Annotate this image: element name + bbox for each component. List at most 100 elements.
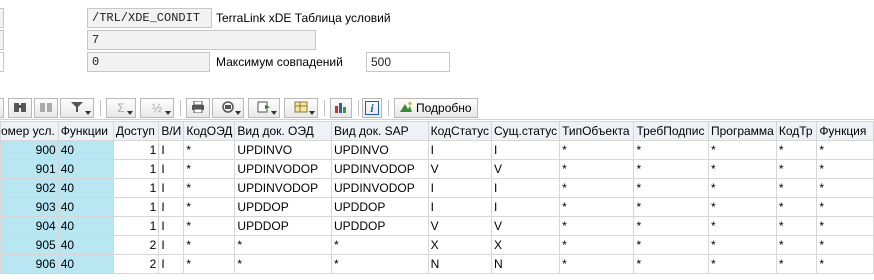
column-header[interactable]: ТипОбъекта <box>559 121 635 141</box>
table-cell[interactable]: * <box>633 235 709 255</box>
detail-button[interactable]: Подробно <box>394 98 478 118</box>
table-cell[interactable]: 40 <box>57 254 114 274</box>
column-header[interactable]: КодТр <box>775 121 818 141</box>
table-cell[interactable]: I <box>490 178 561 198</box>
table-cell[interactable]: * <box>234 254 333 274</box>
table-cell[interactable]: * <box>633 178 709 198</box>
table-cell[interactable]: * <box>707 216 777 236</box>
info-button[interactable]: i <box>362 98 382 118</box>
table-cell[interactable]: 1 <box>112 178 160 198</box>
export-button[interactable] <box>248 98 280 118</box>
table-cell[interactable]: V <box>490 159 561 179</box>
column-header[interactable]: Функция <box>816 121 874 141</box>
table-cell[interactable]: * <box>234 235 333 255</box>
table-cell[interactable]: * <box>559 178 635 198</box>
table-row[interactable]: 900 40 1 I * UPDINVO UPDINVO I I * * * * * <box>0 140 874 160</box>
filter-button[interactable] <box>60 98 94 118</box>
table-cell[interactable]: * <box>633 216 709 236</box>
table-cell[interactable]: * <box>183 254 236 274</box>
table-cell[interactable]: I <box>427 197 492 217</box>
column-header[interactable]: Вид док. SAP <box>331 121 429 141</box>
table-cell[interactable]: UPDINVODOP <box>234 159 333 179</box>
table-cell[interactable]: * <box>183 178 236 198</box>
column-header[interactable]: Сущ.статус <box>490 121 561 141</box>
table-cell[interactable]: * <box>183 216 236 236</box>
table-row[interactable]: 903 40 1 I * UPDDOP UPDDOP I I * * * * * <box>0 197 874 217</box>
table-cell[interactable]: V <box>427 216 492 236</box>
table-cell[interactable]: * <box>707 159 777 179</box>
table-cell[interactable]: I <box>490 140 561 160</box>
table-name-field[interactable]: /TRL/XDE_CONDIT <box>87 8 212 28</box>
column-header[interactable]: КодОЭД <box>183 121 236 141</box>
table-cell[interactable]: * <box>816 159 874 179</box>
table-cell[interactable]: * <box>775 235 818 255</box>
table-cell[interactable]: N <box>427 254 492 274</box>
column-header[interactable]: В/И <box>158 121 185 141</box>
column-header[interactable]: Программа <box>707 121 777 141</box>
subtotal-button[interactable]: ½ <box>140 98 174 118</box>
table-cell[interactable]: 1 <box>112 216 160 236</box>
table-cell[interactable]: V <box>490 216 561 236</box>
column-header[interactable]: Функции <box>57 121 114 141</box>
find-button[interactable] <box>8 98 32 118</box>
table-row[interactable]: 905 40 2 I * * * X X * * * * * <box>0 235 874 255</box>
table-cell[interactable]: I <box>158 140 185 160</box>
partial-toolbar-button[interactable] <box>0 98 4 118</box>
table-cell[interactable]: UPDINVODOP <box>331 159 429 179</box>
table-cell[interactable]: * <box>775 216 818 236</box>
table-cell[interactable]: 40 <box>57 197 114 217</box>
table-cell[interactable]: I <box>427 178 492 198</box>
table-row[interactable]: 904 40 1 I * UPDDOP UPDDOP V V * * * * * <box>0 216 874 236</box>
graphic-button[interactable] <box>330 98 352 118</box>
layout-button[interactable] <box>284 98 318 118</box>
table-cell[interactable]: 40 <box>57 159 114 179</box>
table-row[interactable]: 906 40 2 I * * * N N * * * * * <box>0 254 874 274</box>
table-cell[interactable]: UPDDOP <box>331 216 429 236</box>
table-cell[interactable]: 40 <box>57 216 114 236</box>
column-header[interactable]: КодСтатус <box>427 121 492 141</box>
table-cell[interactable]: * <box>633 159 709 179</box>
table-cell[interactable]: 40 <box>57 178 114 198</box>
table-cell[interactable]: X <box>490 235 561 255</box>
table-cell[interactable]: 40 <box>57 235 114 255</box>
table-cell[interactable]: UPDDOP <box>234 197 333 217</box>
table-cell[interactable]: X <box>427 235 492 255</box>
table-cell[interactable]: N <box>490 254 561 274</box>
column-header[interactable]: ТребПодпис <box>633 121 709 141</box>
table-cell[interactable]: 906 <box>0 254 59 274</box>
table-cell[interactable]: * <box>816 235 874 255</box>
table-cell[interactable]: 1 <box>112 140 160 160</box>
table-cell[interactable]: * <box>559 197 635 217</box>
table-cell[interactable]: I <box>158 178 185 198</box>
sum-button[interactable]: Σ <box>106 98 136 118</box>
column-header[interactable]: омер усл. <box>0 121 59 141</box>
table-cell[interactable]: 2 <box>112 254 160 274</box>
table-cell[interactable]: * <box>775 178 818 198</box>
table-cell[interactable]: 1 <box>112 159 160 179</box>
table-cell[interactable]: UPDINVO <box>331 140 429 160</box>
table-cell[interactable]: * <box>816 178 874 198</box>
find-next-button[interactable] <box>34 98 58 118</box>
table-cell[interactable]: * <box>559 235 635 255</box>
table-cell[interactable]: 1 <box>112 197 160 217</box>
table-cell[interactable]: * <box>775 159 818 179</box>
table-cell[interactable]: 903 <box>0 197 59 217</box>
table-cell[interactable]: 904 <box>0 216 59 236</box>
table-cell[interactable]: * <box>183 140 236 160</box>
table-cell[interactable]: UPDINVODOP <box>331 178 429 198</box>
table-cell[interactable]: * <box>633 197 709 217</box>
table-cell[interactable]: UPDDOP <box>331 197 429 217</box>
table-cell[interactable]: * <box>183 159 236 179</box>
table-cell[interactable]: UPDINVODOP <box>234 178 333 198</box>
table-cell[interactable]: * <box>559 254 635 274</box>
table-cell[interactable]: * <box>707 197 777 217</box>
table-cell[interactable]: 902 <box>0 178 59 198</box>
table-cell[interactable]: * <box>707 254 777 274</box>
table-row[interactable]: 901 40 1 I * UPDINVODOP UPDINVODOP V V * * * * * <box>0 159 874 179</box>
table-cell[interactable]: 900 <box>0 140 59 160</box>
partial-field-row2[interactable] <box>0 30 4 50</box>
table-cell[interactable]: 901 <box>0 159 59 179</box>
table-cell[interactable]: I <box>490 197 561 217</box>
table-cell[interactable]: I <box>427 140 492 160</box>
offset-field[interactable]: 0 <box>87 52 210 72</box>
